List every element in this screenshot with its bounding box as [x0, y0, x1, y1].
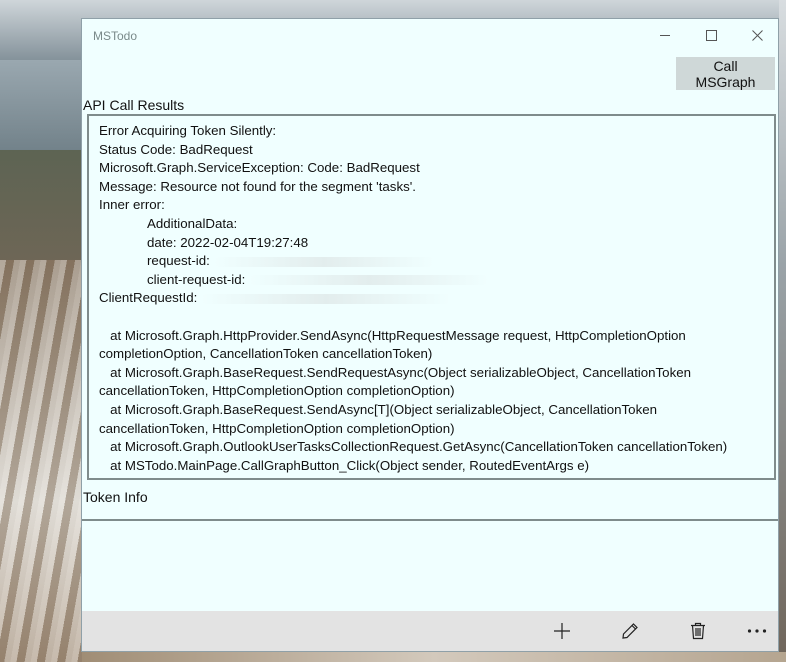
close-icon [751, 30, 763, 41]
minimize-button[interactable] [642, 19, 688, 52]
result-line: ClientRequestId: [99, 289, 764, 308]
maximize-button[interactable] [688, 19, 734, 52]
api-call-results-label: API Call Results [83, 97, 185, 113]
title-bar[interactable]: MSTodo [82, 19, 778, 52]
delete-button[interactable] [678, 618, 718, 644]
maximize-icon [705, 30, 717, 41]
result-line: client-request-id: [99, 271, 764, 290]
window-title: MSTodo [93, 29, 138, 43]
stack-trace-line: at Microsoft.Graph.HttpProvider.SendAsyn… [99, 327, 690, 362]
add-icon [554, 623, 570, 639]
stack-trace-line: at Microsoft.Graph.OutlookUserTasksColle… [99, 439, 728, 455]
redacted-value [201, 293, 452, 304]
result-line: request-id: [99, 252, 764, 271]
app-window: MSTodo Call MSGraph API Call Results Err… [81, 18, 779, 652]
minimize-icon [660, 35, 670, 36]
request-id-label: request-id: [147, 253, 210, 269]
result-line: Inner error: [99, 197, 165, 213]
command-bar [82, 611, 778, 651]
close-button[interactable] [734, 19, 780, 52]
client-request-id-label: ClientRequestId: [99, 290, 198, 306]
desktop-background-sea [0, 60, 82, 160]
stack-trace-line: at MSTodo.MainPage.CallGraphButton_Click… [99, 457, 590, 473]
result-line: Error Acquiring Token Silently: [99, 123, 277, 138]
desktop-background-hill [0, 150, 82, 270]
token-info-textbox[interactable] [82, 519, 778, 611]
token-info-label: Token Info [83, 489, 148, 505]
desktop-background-bottom [82, 652, 786, 662]
result-line: AdditionalData: [147, 215, 238, 231]
edit-button[interactable] [610, 618, 650, 644]
result-line: Message: Resource not found for the segm… [99, 178, 416, 194]
redacted-value [213, 256, 434, 267]
redacted-value [249, 275, 489, 286]
more-button[interactable] [737, 618, 777, 644]
api-call-results-textbox[interactable]: Error Acquiring Token Silently: Status C… [87, 114, 776, 480]
desktop-background-right [779, 0, 786, 662]
result-line: Microsoft.Graph.ServiceException: Code: … [99, 160, 420, 176]
delete-icon [691, 622, 705, 640]
client-request-id-label: client-request-id: [147, 271, 246, 287]
result-line: Status Code: BadRequest [99, 141, 253, 157]
desktop-background-town [0, 260, 82, 662]
call-msgraph-button[interactable]: Call MSGraph [676, 57, 775, 90]
stack-trace-line: at Microsoft.Graph.BaseRequest.SendReque… [99, 364, 695, 399]
more-icon [747, 629, 767, 633]
stack-trace-line: at Microsoft.Graph.BaseRequest.SendAsync… [99, 401, 661, 436]
add-button[interactable] [542, 618, 582, 644]
edit-icon [622, 623, 638, 639]
result-line: date: 2022-02-04T19:27:48 [147, 234, 309, 250]
